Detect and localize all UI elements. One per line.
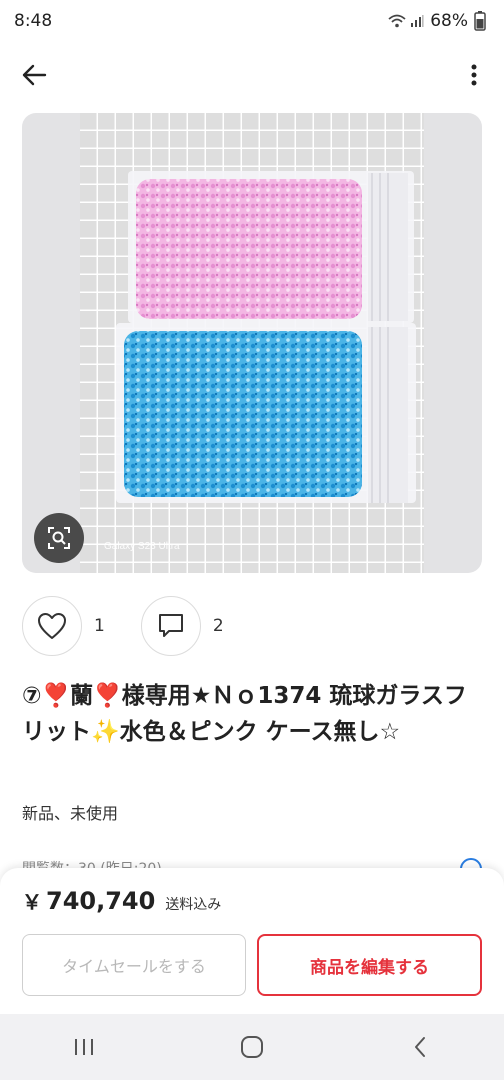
battery-icon: [474, 11, 486, 31]
price-row: ￥ 740,740 送料込み: [22, 886, 221, 915]
visual-search-icon: [48, 527, 70, 549]
status-bar: 8:48 68%: [0, 0, 504, 46]
shipping-note: 送料込み: [165, 897, 222, 913]
timesale-button[interactable]: タイムセールをする: [22, 934, 246, 996]
app-header: [0, 46, 504, 104]
home-icon: [241, 1036, 263, 1058]
more-vertical-icon: [471, 64, 477, 86]
heart-icon: [38, 613, 66, 639]
chevron-left-icon: [415, 1037, 425, 1057]
back-button[interactable]: [14, 58, 54, 92]
like-button[interactable]: [22, 596, 82, 656]
image-search-button[interactable]: [34, 513, 84, 563]
edit-item-button[interactable]: 商品を編集する: [257, 934, 482, 996]
purchase-bar: ￥ 740,740 送料込み タイムセールをする 商品を編集する: [0, 868, 504, 1014]
price-value: 740,740: [46, 887, 156, 915]
wifi-icon: [388, 14, 406, 28]
status-icons: [388, 14, 424, 28]
engagement-row: 1 2: [22, 595, 260, 657]
battery-percent: 68%: [430, 11, 468, 31]
status-indicators: 68%: [388, 11, 486, 31]
item-title: ⑦❣️蘭❣️様専用★Ｎｏ1374 琉球ガラスフリット✨水色＆ピンク ケース無し☆: [22, 683, 467, 745]
back-nav-button[interactable]: [390, 1027, 450, 1067]
more-options-button[interactable]: [462, 58, 486, 92]
recent-apps-icon: [75, 1039, 93, 1055]
recent-apps-button[interactable]: [54, 1027, 114, 1067]
signal-icon: [411, 15, 424, 27]
camera-watermark: Galaxy S23 Ultra: [104, 541, 180, 552]
status-time: 8:48: [14, 11, 53, 31]
system-nav-bar: [0, 1014, 504, 1080]
comment-button[interactable]: [140, 596, 201, 656]
item-condition: 新品、未使用: [22, 804, 119, 823]
home-button[interactable]: [222, 1027, 282, 1067]
like-count: 1: [94, 616, 105, 636]
price-currency: ￥: [22, 890, 42, 914]
comment-icon: [158, 614, 183, 637]
product-image[interactable]: Galaxy S23 Ultra: [22, 113, 482, 573]
arrow-left-icon: [22, 64, 47, 86]
product-photo: [80, 113, 424, 573]
comment-count: 2: [212, 616, 224, 636]
